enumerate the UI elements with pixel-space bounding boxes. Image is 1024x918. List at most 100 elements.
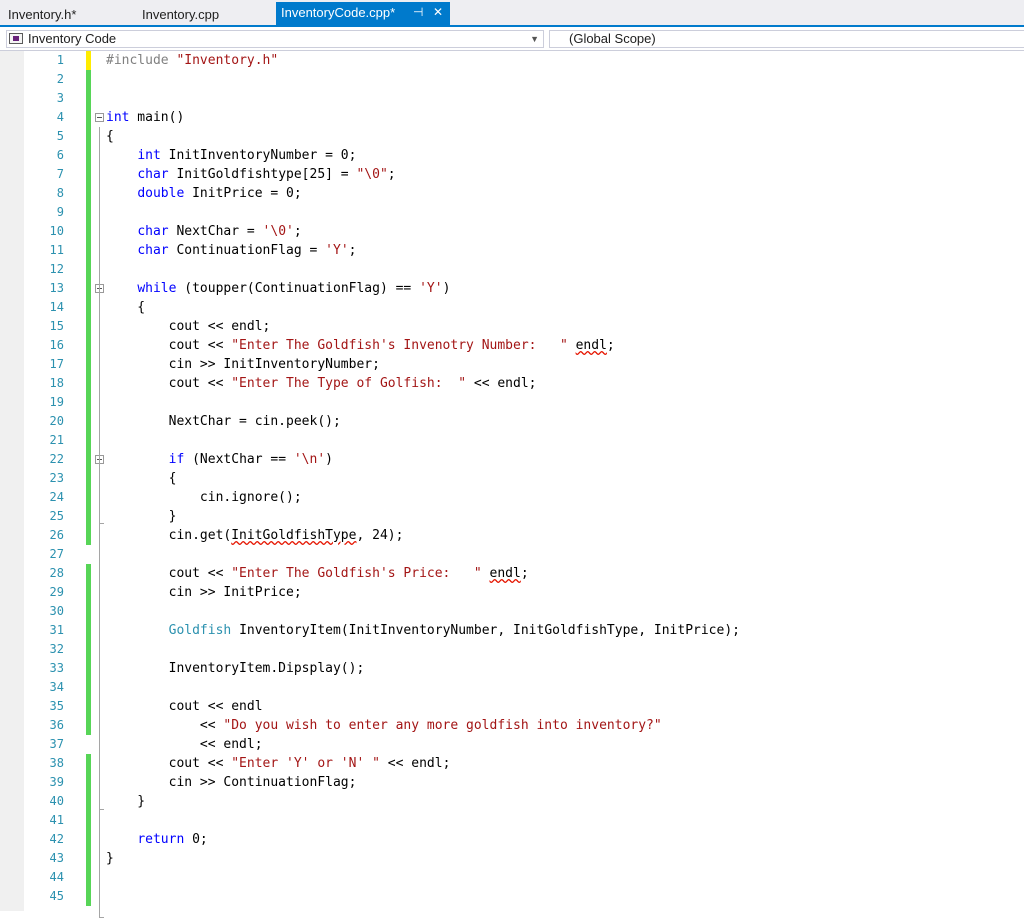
code-line[interactable]: 25 } (0, 507, 1024, 526)
code-token: ; (293, 224, 302, 239)
code-text: { (106, 469, 177, 488)
code-token: ) (325, 452, 333, 467)
code-token: "Enter The Goldfish's Price: " (231, 566, 482, 581)
code-line[interactable]: 33 InventoryItem.Dipsplay(); (0, 659, 1024, 678)
close-tab-icon[interactable]: ✕ (433, 2, 443, 23)
code-line[interactable]: 15 cout << endl; (0, 317, 1024, 336)
line-number: 22 (49, 452, 64, 466)
tab-inventorycode-cpp[interactable]: InventoryCode.cpp* ⊣ ✕ (276, 2, 450, 25)
collapse-icon[interactable] (95, 113, 104, 122)
code-token: int (137, 148, 161, 163)
code-line[interactable]: 45 (0, 887, 1024, 906)
code-token: main() (129, 110, 185, 125)
code-token: InitGoldfishType (231, 528, 357, 543)
code-line[interactable]: 20 NextChar = cin.peek(); (0, 412, 1024, 431)
code-line[interactable]: 3 (0, 89, 1024, 108)
code-token: << endl; (106, 737, 263, 752)
code-line[interactable]: 6 int InitInventoryNumber = 0; (0, 146, 1024, 165)
code-text: << endl; (106, 735, 263, 754)
code-line[interactable]: 5{ (0, 127, 1024, 146)
line-number: 27 (49, 547, 64, 561)
code-line[interactable]: 35 cout << endl (0, 697, 1024, 716)
code-line[interactable]: 34 (0, 678, 1024, 697)
code-token: Goldfish (168, 623, 232, 638)
code-editor[interactable]: 1 #include "Inventory.h" 2 3 4 int main() 5{6 … (0, 51, 1024, 918)
code-line[interactable]: 18 cout << "Enter The Type of Golfish: "… (0, 374, 1024, 393)
line-number: 9 (56, 205, 64, 219)
line-number: 28 (49, 566, 64, 580)
code-line[interactable]: 31 Goldfish InventoryItem(InitInventoryN… (0, 621, 1024, 640)
code-line[interactable]: 44 (0, 868, 1024, 887)
code-text: { (106, 298, 145, 317)
project-dropdown[interactable]: Inventory Code ▼ (6, 30, 544, 48)
tab-inventory-cpp[interactable]: Inventory.cpp (142, 4, 219, 25)
code-line[interactable]: 42 return 0; (0, 830, 1024, 849)
code-line[interactable]: 29 cin >> InitPrice; (0, 583, 1024, 602)
code-token: 'Y' (419, 281, 443, 296)
line-number: 1 (56, 53, 64, 67)
change-marker (86, 279, 91, 298)
code-line[interactable]: 24 cin.ignore(); (0, 488, 1024, 507)
code-line[interactable]: 26 cin.get(InitGoldfishType, 24); (0, 526, 1024, 545)
code-line[interactable]: 14 { (0, 298, 1024, 317)
code-line[interactable]: 10 char NextChar = '\0'; (0, 222, 1024, 241)
code-line[interactable]: 22 if (NextChar == '\n') (0, 450, 1024, 469)
line-number: 10 (49, 224, 64, 238)
code-token: ) (442, 281, 451, 296)
code-token: 0; (184, 832, 208, 847)
code-line[interactable]: 41 (0, 811, 1024, 830)
code-token: '\n' (293, 452, 326, 467)
code-line[interactable]: 13 while (toupper(ContinuationFlag) == '… (0, 279, 1024, 298)
code-line[interactable]: 21 (0, 431, 1024, 450)
code-line[interactable]: 1 #include "Inventory.h" (0, 51, 1024, 70)
code-line[interactable]: 27 (0, 545, 1024, 564)
code-line[interactable]: 12 (0, 260, 1024, 279)
line-number: 29 (49, 585, 64, 599)
code-token: char (137, 243, 169, 258)
pin-tab-icon[interactable]: ⊣ (413, 2, 423, 23)
code-token: cout << (106, 338, 232, 353)
code-line[interactable]: 19 (0, 393, 1024, 412)
code-line[interactable]: 30 (0, 602, 1024, 621)
code-line[interactable]: 38 cout << "Enter 'Y' or 'N' " << endl; (0, 754, 1024, 773)
code-line[interactable]: 11 char ContinuationFlag = 'Y'; (0, 241, 1024, 260)
line-number: 17 (49, 357, 64, 371)
line-number: 3 (56, 91, 64, 105)
line-number: 19 (49, 395, 64, 409)
code-token: return (137, 832, 185, 847)
code-text: #include "Inventory.h" (106, 51, 278, 70)
change-marker (86, 602, 91, 621)
tab-inventory-h[interactable]: Inventory.h* (8, 4, 76, 25)
tab-label: InventoryCode.cpp* (281, 5, 396, 20)
code-token: "Do you wish to enter any more goldfish … (223, 718, 662, 733)
code-line[interactable]: 7 char InitGoldfishtype[25] = "\0"; (0, 165, 1024, 184)
code-line[interactable]: 39 cin >> ContinuationFlag; (0, 773, 1024, 792)
code-line[interactable]: 43} (0, 849, 1024, 868)
line-number: 34 (49, 680, 64, 694)
code-line[interactable]: 4 int main() (0, 108, 1024, 127)
change-marker (86, 887, 91, 906)
code-line[interactable]: 16 cout << "Enter The Goldfish's Invenot… (0, 336, 1024, 355)
code-token: cin >> InitInventoryNumber; (106, 357, 380, 372)
line-number: 44 (49, 870, 64, 884)
change-marker (86, 222, 91, 241)
code-line[interactable]: 40 } (0, 792, 1024, 811)
code-line[interactable]: 36 << "Do you wish to enter any more gol… (0, 716, 1024, 735)
change-marker (86, 146, 91, 165)
line-number: 6 (56, 148, 64, 162)
line-number: 30 (49, 604, 64, 618)
code-line[interactable]: 28 cout << "Enter The Goldfish's Price: … (0, 564, 1024, 583)
code-line[interactable]: 37 << endl; (0, 735, 1024, 754)
code-line[interactable]: 2 (0, 70, 1024, 89)
code-line[interactable]: 32 (0, 640, 1024, 659)
code-line[interactable]: 17 cin >> InitInventoryNumber; (0, 355, 1024, 374)
code-token: InventoryItem.Dipsplay(); (106, 661, 365, 676)
code-token: ; (520, 566, 529, 581)
line-number: 21 (49, 433, 64, 447)
change-marker (86, 298, 91, 317)
code-line[interactable]: 9 (0, 203, 1024, 222)
code-line[interactable]: 8 double InitPrice = 0; (0, 184, 1024, 203)
code-line[interactable]: 23 { (0, 469, 1024, 488)
scope-dropdown[interactable]: (Global Scope) (549, 30, 1024, 48)
